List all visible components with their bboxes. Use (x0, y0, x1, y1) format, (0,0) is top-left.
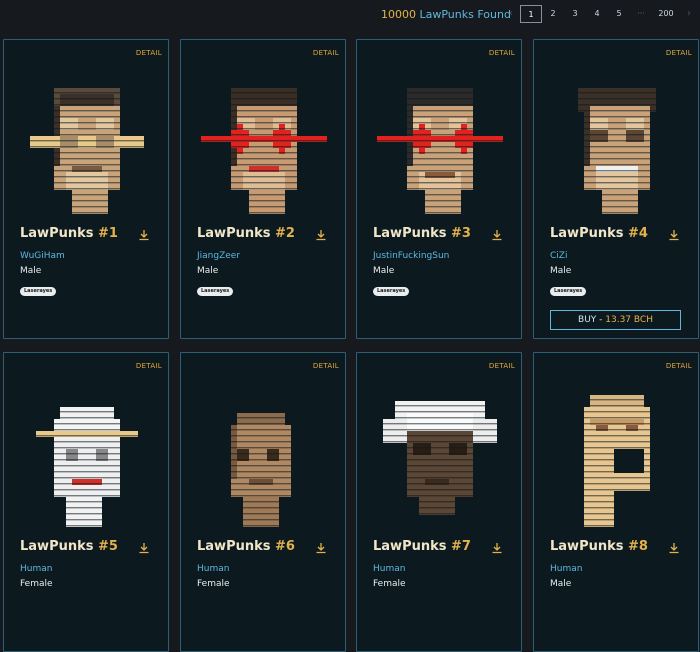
pagination: ‹ 1 2 3 4 5 ··· 200 › (502, 4, 698, 24)
punk-card[interactable]: DETAIL LawPunks #8 Human Male (533, 352, 699, 652)
detail-link[interactable]: DETAIL (489, 49, 515, 57)
punk-image[interactable] (371, 383, 509, 557)
download-icon[interactable] (315, 539, 327, 554)
download-icon[interactable] (138, 226, 150, 241)
punk-name: LawPunks #6 (197, 539, 295, 554)
trait-badge: Laserayes (20, 287, 57, 296)
detail-link[interactable]: DETAIL (136, 49, 162, 57)
punk-gender: Female (373, 579, 406, 589)
buy-button[interactable]: BUY - 13.37 BCH (550, 310, 681, 330)
download-icon[interactable] (668, 226, 680, 241)
punk-card[interactable]: DETAIL LawPunks #1 WuGiHam Male Laserayes (3, 39, 169, 339)
download-icon[interactable] (315, 226, 327, 241)
punk-owner[interactable]: Human (373, 564, 405, 574)
punk-card[interactable]: DETAIL LawPunks #7 Human Female (356, 352, 522, 652)
download-icon[interactable] (491, 226, 503, 241)
detail-link[interactable]: DETAIL (313, 49, 339, 57)
punk-gender: Male (550, 579, 572, 589)
punk-card[interactable]: DETAIL LawPunks #3 JustinFuckingSun Male Las… (356, 39, 522, 339)
punk-name: LawPunks #3 (373, 226, 471, 241)
page-5-button[interactable]: 5 (608, 5, 630, 23)
punk-image[interactable] (18, 70, 156, 244)
punk-gender: Male (373, 266, 395, 276)
punk-image[interactable] (195, 383, 333, 557)
download-icon[interactable] (668, 539, 680, 554)
punk-card[interactable]: DETAIL LawPunks #4 CiZi Male Laserayes BUY - … (533, 39, 699, 339)
punk-owner[interactable]: JustinFuckingSun (373, 251, 449, 261)
page-3-button[interactable]: 3 (564, 5, 586, 23)
detail-link[interactable]: DETAIL (666, 49, 692, 57)
chevron-right-icon[interactable]: › (680, 5, 698, 23)
punk-image[interactable] (195, 70, 333, 244)
punk-gender: Male (197, 266, 219, 276)
punk-gender: Male (20, 266, 42, 276)
punk-name: LawPunks #5 (20, 539, 118, 554)
punk-owner[interactable]: Human (20, 564, 52, 574)
punk-gender: Male (550, 266, 572, 276)
punk-name: LawPunks #8 (550, 539, 648, 554)
punk-owner[interactable]: CiZi (550, 251, 567, 261)
trait-badge: Laserayes (197, 287, 234, 296)
punk-name: LawPunks #1 (20, 226, 118, 241)
punk-name: LawPunks #4 (550, 226, 648, 241)
punk-card[interactable]: DETAIL LawPunks #6 Human Female (180, 352, 346, 652)
punk-image[interactable] (371, 70, 509, 244)
download-icon[interactable] (491, 539, 503, 554)
punk-name: LawPunks #7 (373, 539, 471, 554)
detail-link[interactable]: DETAIL (313, 362, 339, 370)
punk-owner[interactable]: WuGiHam (20, 251, 65, 261)
punk-card[interactable]: DETAIL LawPunks #5 Human Female (3, 352, 169, 652)
punk-name: LawPunks #2 (197, 226, 295, 241)
results-count: 10000 LawPunks Found (381, 8, 511, 21)
page-1-button[interactable]: 1 (520, 5, 542, 23)
detail-link[interactable]: DETAIL (666, 362, 692, 370)
detail-link[interactable]: DETAIL (489, 362, 515, 370)
punk-owner[interactable]: JiangZeer (197, 251, 240, 261)
punk-card[interactable]: DETAIL LawPunks #2 JiangZeer Male Laserayes (180, 39, 346, 339)
page-ellipsis: ··· (637, 9, 645, 18)
results-header: 10000 LawPunks Found ‹ 1 2 3 4 5 ··· 200… (0, 0, 700, 30)
punk-gender: Female (197, 579, 230, 589)
trait-badge: Laserayes (373, 287, 410, 296)
punk-gender: Female (20, 579, 53, 589)
punk-image[interactable] (18, 383, 156, 557)
download-icon[interactable] (138, 539, 150, 554)
page-2-button[interactable]: 2 (542, 5, 564, 23)
page-200-button[interactable]: 200 (652, 5, 680, 23)
punk-image[interactable] (548, 70, 686, 244)
punk-owner[interactable]: Human (550, 564, 582, 574)
detail-link[interactable]: DETAIL (136, 362, 162, 370)
punk-owner[interactable]: Human (197, 564, 229, 574)
punk-image[interactable] (548, 383, 686, 557)
trait-badge: Laserayes (550, 287, 587, 296)
page-4-button[interactable]: 4 (586, 5, 608, 23)
chevron-left-icon[interactable]: ‹ (502, 5, 520, 23)
